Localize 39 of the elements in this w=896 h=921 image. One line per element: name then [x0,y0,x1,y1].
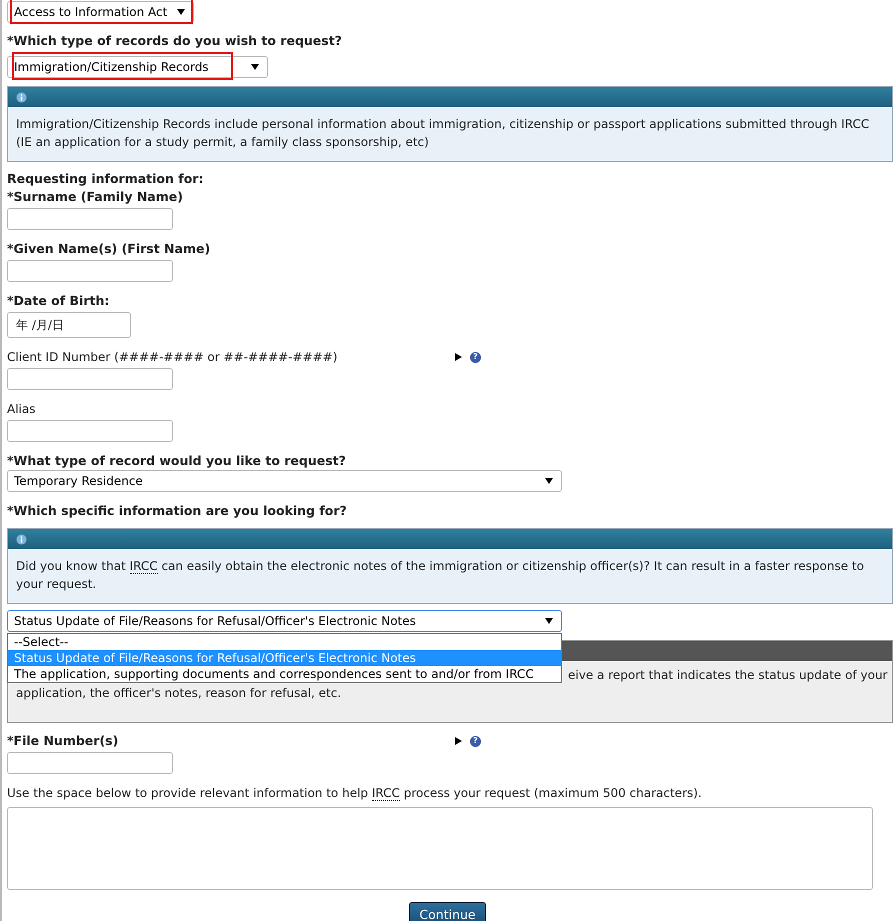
instruction-text: Use the space below to provide relevant information to help IRCC process your request (maximum 500 characters). [7,785,703,802]
section-heading: Requesting information for: [7,170,204,188]
caret-icon [545,618,553,624]
expand-icon[interactable] [455,353,462,361]
date-field[interactable]: 年 /月/日 [7,312,131,338]
text-field[interactable] [7,752,173,774]
field-label: *Date of Birth: [7,292,110,310]
info-text: Immigration/Citizenship Records include personal information about immigration, citizenship or passport applications submitted through IRCC (IE an application for a study permit, a family class sponsorship, etc) [15,116,870,151]
info-icon [16,92,27,102]
program-select[interactable]: Access to Information Act [7,1,194,23]
info-text: Did you know that IRCC can easily obtain the electronic notes of the immigration or citizenship officer(s)? It can result in a faster response to your request. [15,558,865,593]
text-area[interactable] [7,807,873,890]
field-label: Alias [7,401,36,418]
text-field[interactable] [7,260,173,282]
dropdown-option[interactable]: The application, supporting documents and correspondences sent to and/or from IRCC [8,666,561,682]
caret-icon [177,9,186,15]
information-select[interactable]: Status Update of File/Reasons for Refusal/Officer's Electronic Notes [7,610,562,632]
dropdown-option[interactable]: --Select-- [8,634,561,650]
text-field[interactable] [7,208,173,230]
caret-icon [251,64,259,70]
text-field[interactable] [7,368,173,390]
field-label: *Given Name(s) (First Name) [7,240,212,258]
question-label: *Which type of records do you wish to request? [7,32,343,50]
continue-button[interactable]: Continue [409,902,486,921]
field-label: *File Number(s) [7,732,120,750]
field-label: Client ID Number (####-#### or ##-####-####) [7,349,338,366]
question-label: *Which specific information are you looking for? [7,502,348,520]
text-field[interactable] [7,420,173,442]
expand-icon[interactable] [455,737,462,745]
field-label: *Surname (Family Name) [7,188,184,206]
info-text: application, the officer's notes, reason for refusal, etc. [15,685,342,702]
info-icon [16,534,27,544]
caret-icon [545,478,553,484]
record-type-select[interactable]: Temporary Residence [7,470,562,492]
info-text: eive a report that indicates the status update of your [568,667,888,684]
field-label: *What type of record would you like to request? [7,452,347,470]
records-select[interactable]: Immigration/Citizenship Records [7,56,268,78]
help-icon[interactable]: ? [470,736,481,746]
help-icon[interactable]: ? [470,352,481,362]
